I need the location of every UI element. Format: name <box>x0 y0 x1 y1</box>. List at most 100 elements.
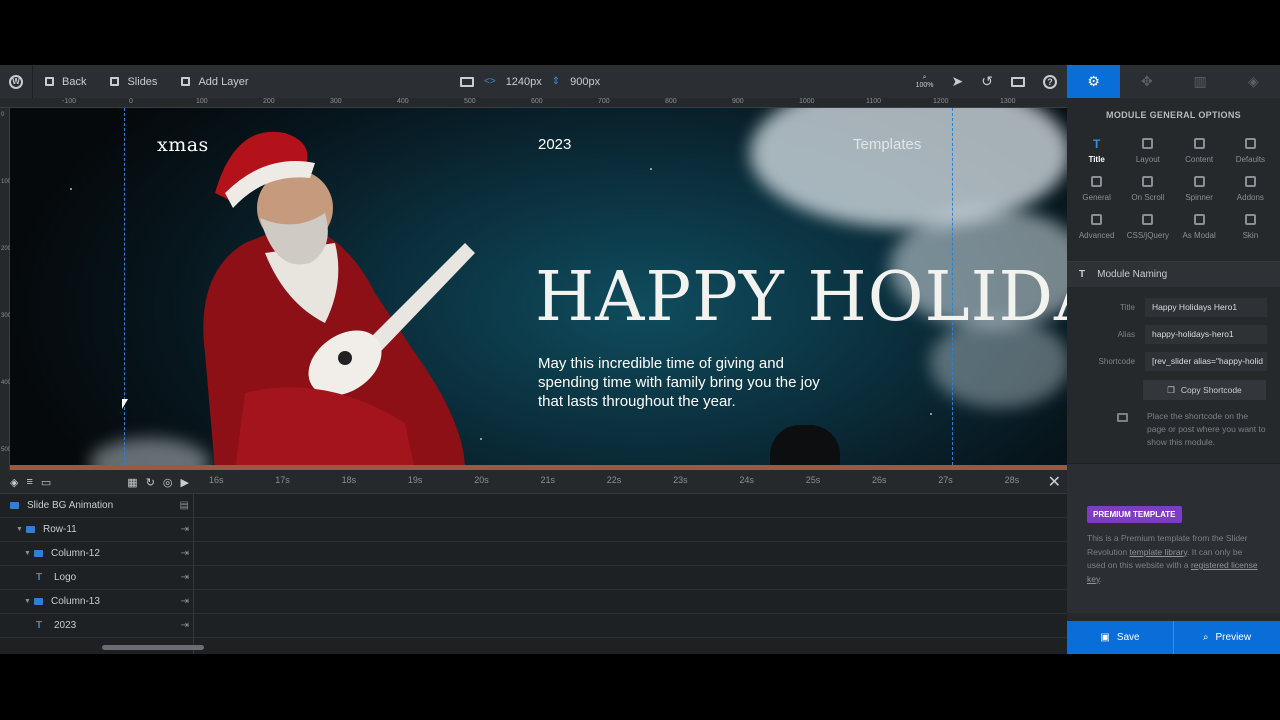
option-css-jquery[interactable]: CSS/jQuery <box>1122 214 1173 240</box>
preview-button[interactable]: ⌕ Preview <box>1173 621 1280 654</box>
jump-to-end-icon[interactable]: ⇥ <box>181 620 189 631</box>
scroll-icon <box>1142 176 1154 187</box>
option-label: Title <box>1088 155 1105 164</box>
option-label: Advanced <box>1078 231 1115 240</box>
headline-layer[interactable]: HAPPY HOLIDAYS <box>535 258 1067 337</box>
template-library-link[interactable]: template library <box>1130 547 1187 557</box>
year-layer[interactable]: 2023 <box>538 136 571 153</box>
tab-slide[interactable]: ✥ <box>1120 65 1173 98</box>
target-icon[interactable]: ◎ <box>163 476 173 489</box>
slide-canvas[interactable]: xmas 2023 Templates HAPPY HOLIDAYS May t… <box>10 108 1067 470</box>
zoom-button[interactable]: ⌕ 100% <box>916 74 934 90</box>
ruler-tick-label: 0 <box>1 112 5 118</box>
ruler-tick-label: 400 <box>397 98 409 105</box>
layer-row[interactable]: Slide BG Animation ▤ <box>0 494 193 518</box>
option-label: Defaults <box>1235 155 1266 164</box>
puzzle-icon <box>1244 176 1256 187</box>
layer-row[interactable]: ▼ Row-11 ⇥ <box>0 518 193 542</box>
expand-caret-icon[interactable]: ▼ <box>16 526 26 533</box>
option-layout[interactable]: Layout <box>1122 138 1173 164</box>
timeline-time-label: 22s <box>606 475 622 485</box>
tab-stack[interactable]: ◈ <box>1227 65 1280 98</box>
spinner-icon <box>1193 176 1205 187</box>
jump-to-end-icon[interactable]: ⇥ <box>181 548 189 559</box>
add-layer-button[interactable]: Add Layer <box>169 65 260 98</box>
back-icon <box>45 77 54 86</box>
height-value[interactable]: 900px <box>570 76 600 88</box>
option-skin[interactable]: Skin <box>1225 214 1276 240</box>
alias-input[interactable]: happy-holidays-hero1 <box>1145 324 1267 344</box>
option-as-modal[interactable]: As Modal <box>1174 214 1225 240</box>
save-button[interactable]: ▣ Save <box>1067 621 1173 654</box>
ruler-tick-label: 200 <box>263 98 275 105</box>
tab-layers[interactable]: ▥ <box>1174 65 1227 98</box>
timeline-time-label: 25s <box>805 475 821 485</box>
option-label: On Scroll <box>1131 193 1165 202</box>
folder-icon[interactable]: ▭ <box>41 476 51 489</box>
help-icon[interactable]: ? <box>1043 74 1057 89</box>
layer-row[interactable]: T Logo ⇥ <box>0 566 193 590</box>
jump-to-end-icon[interactable]: ⇥ <box>181 524 189 535</box>
copy-shortcode-button[interactable]: ❐ Copy Shortcode <box>1143 380 1266 400</box>
premium-text: This is a Premium template from the Slid… <box>1087 532 1262 586</box>
body-text-layer[interactable]: May this incredible time of giving and s… <box>538 354 828 411</box>
pointer-icon[interactable]: ➤ <box>952 73 964 90</box>
width-value[interactable]: 1240px <box>506 76 542 88</box>
slide-bg-icon[interactable]: ▤ <box>180 500 189 511</box>
ruler-tick-label: 1000 <box>799 98 815 105</box>
save-label: Save <box>1116 632 1140 643</box>
device-preview-icon[interactable] <box>1011 76 1025 87</box>
premium-badge: PREMIUM TEMPLATE <box>1087 506 1182 523</box>
shortcode-input[interactable]: [rev_slider alias="happy-holid <box>1145 351 1267 371</box>
ruler-tick-label: 900 <box>732 98 744 105</box>
save-icon: ▣ <box>1100 632 1110 643</box>
layer-row[interactable]: ▼ Column-12 ⇥ <box>0 542 193 566</box>
option-title[interactable]: T Title <box>1071 137 1122 165</box>
expand-caret-icon[interactable]: ▼ <box>24 550 34 557</box>
play-icon[interactable]: ▶ <box>181 476 189 489</box>
alias-field-row: Alias happy-holidays-hero1 <box>1067 321 1280 347</box>
timeline-time-label: 23s <box>673 475 688 485</box>
undo-icon[interactable]: ↺ <box>981 73 993 90</box>
option-addons[interactable]: Addons <box>1225 176 1276 202</box>
module-naming-section[interactable]: T Module Naming <box>1067 261 1280 287</box>
grid-icon[interactable]: ▦ <box>127 476 137 489</box>
zoom-icon: ⌕ <box>922 73 927 81</box>
ruler-tick-label: 0 <box>129 98 133 105</box>
jump-to-end-icon[interactable]: ⇥ <box>181 572 189 583</box>
jump-to-end-icon[interactable]: ⇥ <box>181 596 189 607</box>
slides-button[interactable]: Slides <box>98 65 169 98</box>
modal-icon <box>1193 214 1205 225</box>
option-content[interactable]: Content <box>1174 138 1225 164</box>
tab-module-settings[interactable]: ⚙ <box>1067 65 1121 98</box>
back-button[interactable]: Back <box>33 65 98 98</box>
option-advanced[interactable]: Advanced <box>1071 214 1122 240</box>
timeline-panel: ◈ ≡ ▭ ▦ ↻ ◎ ▶ ✕ 16s 17s 18s 19s 20s 21s 22s 23s… <box>0 470 1067 654</box>
layers-icon[interactable]: ◈ <box>10 476 18 489</box>
templates-layer[interactable]: Templates <box>853 136 921 153</box>
option-defaults[interactable]: Defaults <box>1225 138 1276 164</box>
layer-label: Column-12 <box>51 548 100 559</box>
timeline-scrollbar[interactable] <box>102 645 204 650</box>
option-spinner[interactable]: Spinner <box>1174 176 1225 202</box>
logo-layer[interactable]: xmas <box>157 134 209 156</box>
defaults-icon <box>1244 138 1256 149</box>
close-timeline-icon[interactable]: ✕ <box>1048 472 1061 492</box>
expand-caret-icon[interactable]: ▼ <box>24 598 34 605</box>
loop-icon[interactable]: ↻ <box>146 476 155 489</box>
layer-row[interactable]: T 2023 ⇥ <box>0 614 193 638</box>
action-bar: ▣ Save ⌕ Preview <box>1067 621 1280 654</box>
timeline-time-label: 16s <box>209 475 224 485</box>
library-icon: ▥ <box>1193 73 1207 89</box>
layer-row[interactable]: ▼ Column-13 ⇥ <box>0 590 193 614</box>
premium-template-box: PREMIUM TEMPLATE This is a Premium templ… <box>1067 463 1280 613</box>
timeline-tracks[interactable] <box>193 494 1067 654</box>
list-icon[interactable]: ≡ <box>26 476 32 488</box>
desktop-icon[interactable] <box>460 76 474 87</box>
option-on-scroll[interactable]: On Scroll <box>1122 176 1173 202</box>
title-input[interactable]: Happy Holidays Hero1 <box>1145 297 1267 317</box>
option-general[interactable]: General <box>1071 176 1122 202</box>
timeline-time-label: 27s <box>938 475 953 485</box>
option-label: Skin <box>1242 231 1259 240</box>
wordpress-logo-button[interactable]: W <box>0 65 33 98</box>
